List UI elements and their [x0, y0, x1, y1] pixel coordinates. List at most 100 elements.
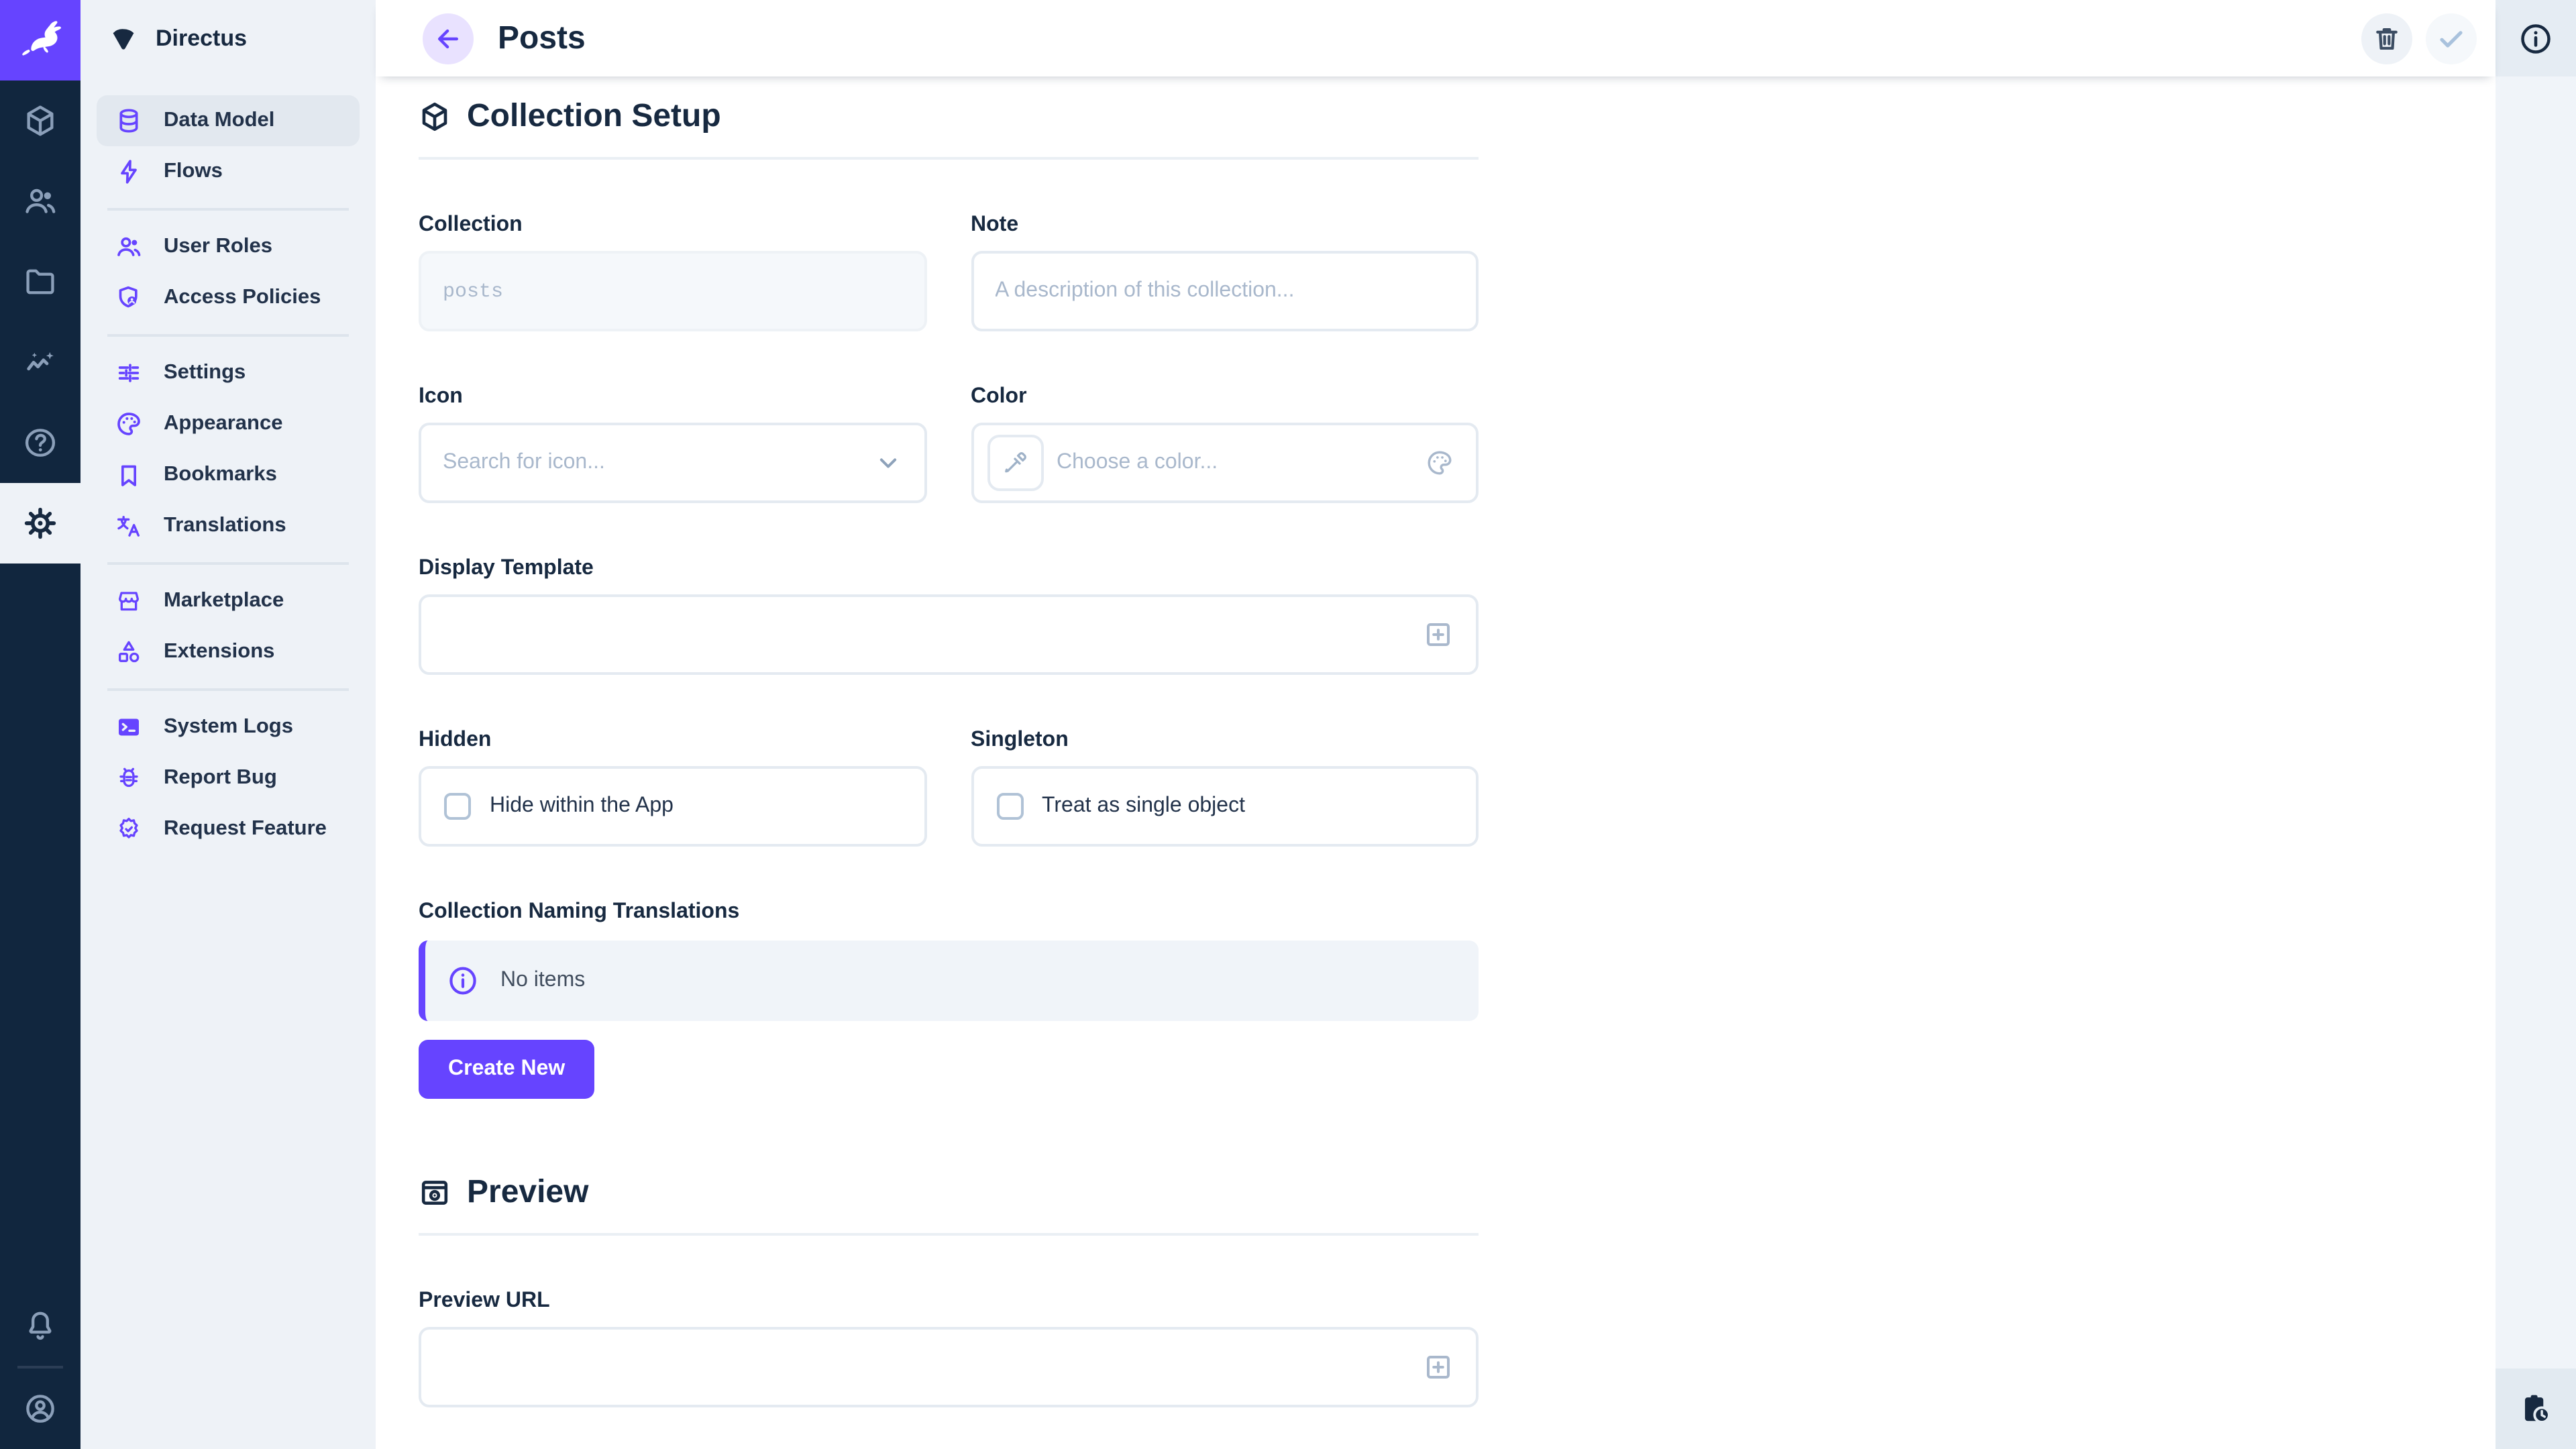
- sidebar-item-label: Data Model: [164, 109, 274, 133]
- sidebar-divider: [107, 688, 349, 691]
- no-items-notice: No items: [419, 941, 1479, 1021]
- sidebar-divider: [107, 562, 349, 565]
- people-icon: [23, 184, 58, 219]
- gear-icon: [23, 506, 58, 541]
- sidebar-item-label: Flows: [164, 160, 223, 184]
- account-button[interactable]: [0, 1368, 80, 1449]
- field-collection: Collection: [419, 213, 926, 331]
- module-users-button[interactable]: [0, 161, 80, 241]
- singleton-checkbox-label: Treat as single object: [1042, 794, 1245, 818]
- hidden-checkbox[interactable]: [444, 793, 471, 820]
- bug-icon: [115, 765, 142, 792]
- sidebar-item-settings[interactable]: Settings: [97, 347, 360, 398]
- notifications-button[interactable]: [0, 1285, 80, 1366]
- display-template-label: Display Template: [419, 557, 1479, 581]
- project-fan-icon: [109, 23, 138, 53]
- people-icon: [115, 233, 142, 260]
- check-icon: [2435, 22, 2467, 54]
- hidden-field-label: Hidden: [419, 729, 926, 753]
- singleton-checkbox[interactable]: [996, 793, 1023, 820]
- directus-rabbit-icon: [16, 16, 64, 64]
- add-box-icon[interactable]: [1422, 619, 1454, 651]
- sidebar-item-data-model[interactable]: Data Model: [97, 95, 360, 146]
- color-field-label: Color: [971, 385, 1479, 409]
- sidebar-item-extensions[interactable]: Extensions: [97, 627, 360, 678]
- info-circle-icon: [447, 965, 479, 997]
- display-template-input-wrap[interactable]: [419, 594, 1479, 675]
- sidebar-item-label: Bookmarks: [164, 463, 277, 487]
- app: Directus Data Model Flows: [0, 0, 2576, 1449]
- collection-input: [443, 280, 902, 303]
- color-swatch-button[interactable]: [987, 435, 1043, 491]
- sidebar-item-label: User Roles: [164, 235, 272, 259]
- right-sidebar-spacer: [2496, 76, 2576, 1368]
- save-button[interactable]: [2426, 13, 2477, 64]
- module-bar-spacer: [0, 564, 80, 1285]
- sidebar-item-appearance[interactable]: Appearance: [97, 398, 360, 449]
- icon-select[interactable]: [419, 423, 926, 503]
- collection-setup-heading: Collection Setup: [419, 98, 2496, 136]
- help-icon: [23, 425, 58, 460]
- right-sidebar: [2496, 0, 2576, 1449]
- new-releases-icon: [115, 816, 142, 843]
- sidebar-item-translations[interactable]: Translations: [97, 500, 360, 551]
- color-input[interactable]: [1057, 451, 1411, 475]
- page-title: Posts: [498, 19, 586, 57]
- page-info-button[interactable]: [2496, 0, 2576, 76]
- icon-search-input[interactable]: [443, 451, 859, 475]
- sidebar-item-report-bug[interactable]: Report Bug: [97, 753, 360, 804]
- arrow-left-icon: [433, 23, 463, 53]
- sidebar-divider: [107, 208, 349, 211]
- field-note: Note: [971, 213, 1479, 331]
- bookmark-icon: [115, 462, 142, 488]
- display-template-input[interactable]: [443, 623, 1409, 647]
- create-new-button[interactable]: Create New: [419, 1040, 594, 1099]
- sidebar-nav: Data Model Flows User Roles: [80, 76, 376, 873]
- back-button[interactable]: [423, 13, 474, 64]
- singleton-toggle-row[interactable]: Treat as single object: [971, 766, 1479, 847]
- revisions-button[interactable]: [2496, 1368, 2576, 1449]
- singleton-field-label: Singleton: [971, 729, 1479, 753]
- database-icon: [115, 107, 142, 134]
- terminal-icon: [115, 714, 142, 741]
- project-header[interactable]: Directus: [80, 0, 376, 76]
- directus-logo-button[interactable]: [0, 0, 80, 80]
- header-actions: [2361, 13, 2477, 64]
- module-content-button[interactable]: [0, 80, 80, 161]
- tune-icon: [115, 360, 142, 386]
- no-items-text: No items: [500, 969, 585, 993]
- eyedropper-icon: [1002, 449, 1028, 476]
- sidebar-item-user-roles[interactable]: User Roles: [97, 221, 360, 272]
- field-singleton: Singleton Treat as single object: [971, 729, 1479, 847]
- module-insights-button[interactable]: [0, 322, 80, 402]
- category-icon: [115, 639, 142, 665]
- add-box-icon[interactable]: [1422, 1351, 1454, 1383]
- module-files-button[interactable]: [0, 241, 80, 322]
- sidebar-item-label: Request Feature: [164, 817, 327, 841]
- module-settings-button[interactable]: [0, 483, 80, 564]
- sidebar-item-bookmarks[interactable]: Bookmarks: [97, 449, 360, 500]
- box-icon: [23, 103, 58, 138]
- section-title-text: Collection Setup: [467, 98, 721, 136]
- sidebar-item-request-feature[interactable]: Request Feature: [97, 804, 360, 855]
- insights-icon: [23, 345, 58, 380]
- hidden-toggle-row[interactable]: Hide within the App: [419, 766, 926, 847]
- sidebar-item-system-logs[interactable]: System Logs: [97, 702, 360, 753]
- delete-collection-button[interactable]: [2361, 13, 2412, 64]
- section-title-text: Preview: [467, 1174, 588, 1212]
- sidebar-item-marketplace[interactable]: Marketplace: [97, 576, 360, 627]
- sidebar-divider: [107, 334, 349, 337]
- preview-url-input[interactable]: [443, 1355, 1409, 1379]
- sidebar-item-flows[interactable]: Flows: [97, 146, 360, 197]
- note-input[interactable]: [995, 279, 1454, 303]
- collection-setup-fields: Collection Note Icon: [419, 213, 1479, 847]
- preview-url-input-wrap[interactable]: [419, 1327, 1479, 1407]
- module-help-button[interactable]: [0, 402, 80, 483]
- chevron-down-icon[interactable]: [873, 448, 902, 478]
- sidebar-item-access-policies[interactable]: Access Policies: [97, 272, 360, 323]
- main-area: Posts: [376, 0, 2496, 1449]
- account-circle-icon: [23, 1391, 58, 1426]
- palette-icon[interactable]: [1425, 448, 1454, 478]
- settings-sidebar: Directus Data Model Flows: [80, 0, 376, 1449]
- section-divider: [419, 1233, 1479, 1236]
